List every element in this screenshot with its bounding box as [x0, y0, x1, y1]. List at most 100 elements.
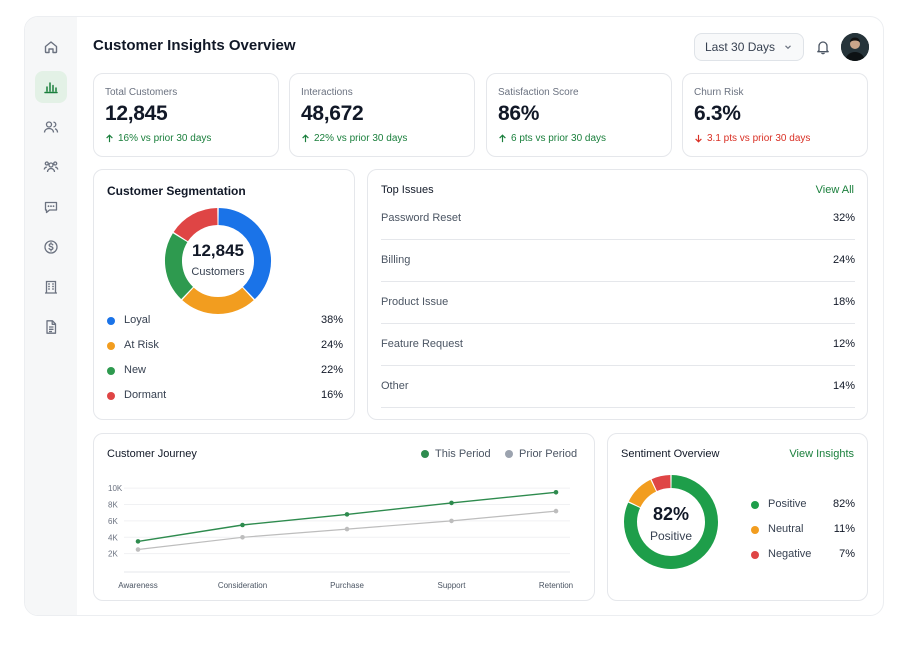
segmentation-donut: 12,845 Customers	[164, 207, 272, 315]
segment-value: 24%	[320, 339, 343, 351]
nav-organizations[interactable]	[35, 271, 67, 303]
nav-messages[interactable]	[35, 191, 67, 223]
segmentation-center-value: 12,845	[192, 241, 244, 260]
nav-teams[interactable]	[35, 151, 67, 183]
chevron-down-icon	[785, 45, 791, 50]
segment-value: 22%	[320, 364, 343, 376]
sentiment-name: Negative	[768, 548, 812, 560]
data-point[interactable]	[449, 518, 454, 524]
nav-customers[interactable]	[35, 111, 67, 143]
data-point[interactable]	[553, 489, 559, 495]
y-tick-label: 6K	[108, 517, 118, 526]
sentiment-value: 82%	[832, 498, 855, 510]
issue-row[interactable]: Other 14%	[381, 366, 855, 408]
journey-line-chart: 10K 8K 6K 4K 2K Awareness Consideration Purchas…	[108, 484, 573, 590]
legend-dot	[751, 501, 759, 509]
nav-analytics[interactable]	[35, 71, 67, 103]
view-all-link[interactable]: View All	[816, 184, 854, 196]
donut-slice-dormant	[173, 208, 218, 242]
segmentation-card: Customer Segmentation 12,845 Customers L…	[93, 169, 355, 420]
arrow-up-icon	[499, 134, 506, 143]
date-range-dropdown[interactable]: Last 30 Days	[694, 33, 804, 61]
kpi-card-total-customers: Total Customers 12,845 16% vs prior 30 d…	[93, 73, 279, 157]
x-tick-label: Retention	[539, 581, 573, 590]
view-insights-link[interactable]: View Insights	[789, 448, 854, 460]
issue-row[interactable]: Feature Request 12%	[381, 324, 855, 366]
kpi-delta: 6 pts vs prior 30 days	[498, 133, 606, 144]
nav-reports[interactable]	[35, 311, 67, 343]
sentiment-legend-item: Positive 82%	[751, 497, 855, 513]
arrow-up-icon	[106, 134, 113, 143]
nav-billing[interactable]	[35, 231, 67, 263]
bell-icon[interactable]	[815, 39, 831, 55]
y-tick-label: 8K	[108, 501, 118, 510]
y-tick-label: 4K	[108, 533, 118, 542]
issue-name: Password Reset	[381, 212, 462, 224]
segmentation-donut-svg	[165, 208, 271, 314]
nav-home[interactable]	[35, 31, 67, 63]
segment-value: 38%	[320, 314, 343, 326]
segment-value: 16%	[320, 389, 343, 401]
sentiment-name: Neutral	[768, 523, 804, 535]
issue-row[interactable]: Password Reset 32%	[381, 198, 855, 240]
legend-dot	[107, 317, 115, 325]
sentiment-center-value: 82%	[652, 504, 690, 524]
segment-legend-item: New 22%	[107, 363, 343, 379]
home-icon	[44, 41, 58, 54]
kpi-value: 6.3%	[694, 102, 741, 125]
legend-dot	[107, 367, 115, 375]
issue-name: Product Issue	[381, 296, 449, 308]
issue-row[interactable]: Billing 24%	[381, 240, 855, 282]
sentiment-name: Positive	[768, 498, 807, 510]
sentiment-value: 7%	[839, 548, 855, 560]
sentiment-center-label: Positive	[649, 529, 693, 543]
kpi-delta-text: 16% vs prior 30 days	[118, 133, 212, 144]
data-point[interactable]	[240, 534, 245, 540]
kpi-delta-text: 22% vs prior 30 days	[314, 133, 408, 144]
data-point[interactable]	[344, 512, 350, 517]
x-tick-label: Purchase	[330, 581, 364, 590]
segmentation-title: Customer Segmentation	[107, 184, 246, 198]
x-tick-label: Support	[437, 581, 466, 590]
kpi-label: Total Customers	[105, 87, 178, 98]
kpi-label: Satisfaction Score	[498, 87, 579, 98]
page-title: Customer Insights Overview	[93, 37, 296, 54]
kpi-delta: 22% vs prior 30 days	[301, 133, 407, 144]
segment-legend-item: Dormant 16%	[107, 388, 343, 404]
legend-dot	[751, 526, 759, 534]
sentiment-legend-item: Negative 7%	[751, 547, 855, 563]
sidebar	[25, 17, 77, 615]
data-point[interactable]	[449, 500, 454, 506]
kpi-value: 12,845	[105, 102, 168, 125]
issue-value: 18%	[832, 296, 855, 308]
data-point[interactable]	[240, 522, 245, 528]
y-tick-label: 2K	[108, 550, 118, 559]
issue-name: Billing	[381, 254, 411, 266]
segment-name: Loyal	[124, 314, 151, 326]
segment-legend-item: At Risk 24%	[107, 338, 343, 354]
legend-dot	[421, 450, 429, 458]
avatar[interactable]	[841, 33, 869, 61]
issue-name: Other	[381, 380, 409, 392]
legend-dot	[107, 392, 115, 400]
journey-title: Customer Journey	[107, 448, 197, 460]
team-icon	[43, 161, 59, 173]
segmentation-center-label: Customers	[191, 266, 245, 278]
data-point[interactable]	[135, 539, 141, 544]
app-window: Customer Insights Overview Last 30 Days …	[24, 16, 884, 616]
donut-slice-negative	[651, 475, 671, 492]
donut-slice-at-risk	[182, 287, 254, 314]
building-icon	[45, 280, 57, 294]
document-icon	[46, 320, 57, 334]
arrow-up-icon	[302, 134, 309, 143]
sentiment-value: 11%	[833, 523, 855, 535]
legend-this-period: This Period	[421, 448, 491, 460]
users-icon	[43, 121, 59, 133]
data-point[interactable]	[344, 526, 350, 532]
data-point[interactable]	[553, 508, 559, 514]
issue-value: 12%	[832, 338, 855, 350]
issue-row[interactable]: Product Issue 18%	[381, 282, 855, 324]
data-point[interactable]	[135, 547, 141, 552]
kpi-card-churn-risk: Churn Risk 6.3% 3.1 pts vs prior 30 days	[682, 73, 868, 157]
x-tick-label: Awareness	[118, 581, 157, 590]
